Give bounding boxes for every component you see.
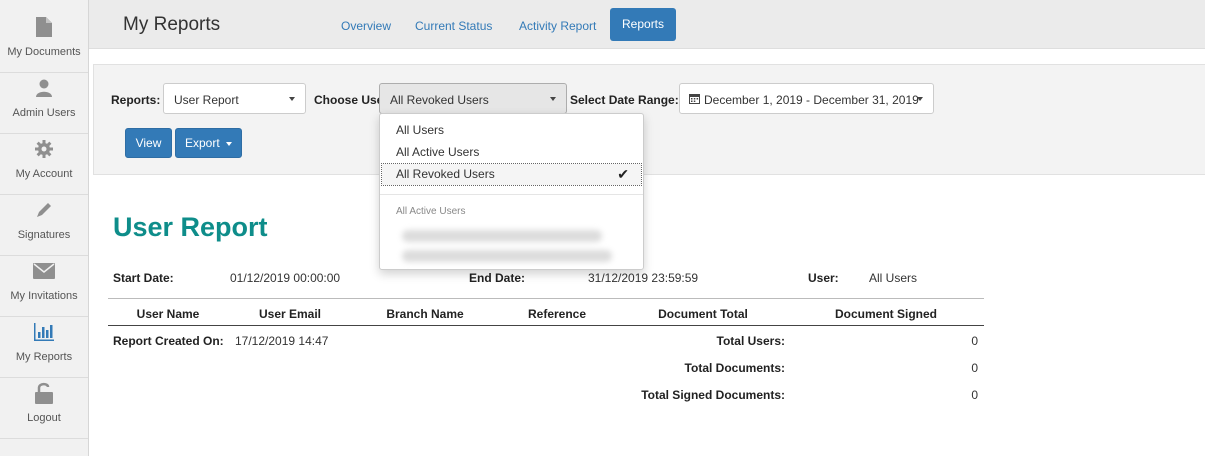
column-header-user-name: User Name (136, 307, 200, 321)
view-button-label: View (135, 136, 162, 150)
caret-down-icon (289, 97, 295, 101)
tab-overview[interactable]: Overview (341, 19, 391, 33)
envelope-icon (0, 260, 88, 282)
user-label: User: (808, 271, 839, 285)
end-date-label: End Date: (469, 271, 526, 285)
sidebar-item-my-invitations[interactable]: My Invitations (0, 256, 88, 317)
dropdown-option-all-revoked-users[interactable]: All Revoked Users ✔ (381, 163, 642, 186)
page-title: My Reports (123, 14, 221, 35)
choose-user-select-value: All Revoked Users (390, 93, 489, 107)
end-date-value: 31/12/2019 23:59:59 (588, 271, 699, 285)
tab-reports[interactable]: Reports (610, 8, 677, 41)
table-top-border (108, 298, 984, 299)
start-date-value: 01/12/2019 00:00:00 (230, 271, 341, 285)
sidebar-item-label: Admin Users (12, 107, 76, 119)
dropdown-option-all-users[interactable]: All Users (380, 120, 643, 141)
report-title: User Report (113, 212, 268, 242)
sidebar: My Documents Admin Users My Account Sign… (0, 0, 89, 456)
gear-icon (0, 138, 88, 160)
total-documents-value: 0 (971, 361, 978, 375)
tab-current-status[interactable]: Current Status (415, 19, 492, 33)
unlock-icon (0, 382, 88, 404)
sidebar-item-label: Signatures (17, 229, 71, 241)
option-label: All Users (396, 123, 445, 137)
total-signed-documents-value: 0 (971, 388, 978, 402)
choose-user-select[interactable]: All Revoked Users (379, 83, 567, 114)
sidebar-item-label: My Reports (15, 351, 73, 363)
date-range-picker[interactable]: December 1, 2019 - December 31, 2019 (679, 83, 934, 114)
sidebar-item-admin-users[interactable]: Admin Users (0, 73, 88, 134)
total-users-label: Total Users: (716, 334, 785, 348)
table-header-border (108, 325, 984, 326)
column-header-document-total: Document Total (658, 307, 748, 321)
choose-user-dropdown: All Users All Active Users All Revoked U… (379, 113, 644, 270)
column-header-reference: Reference (527, 307, 587, 321)
sidebar-item-label: My Documents (7, 46, 81, 58)
redacted-user-entry[interactable] (402, 230, 602, 242)
report-created-label: Report Created On: (113, 334, 224, 348)
caret-down-icon (917, 97, 923, 101)
dropdown-divider (380, 194, 643, 195)
sidebar-item-label: My Account (15, 168, 73, 180)
bar-chart-icon (0, 321, 88, 343)
calendar-icon (689, 93, 700, 107)
sidebar-item-signatures[interactable]: Signatures (0, 195, 88, 256)
start-date-label: Start Date: (113, 271, 174, 285)
column-header-user-email: User Email (258, 307, 322, 321)
sidebar-item-my-documents[interactable]: My Documents (0, 12, 88, 73)
sidebar-item-logout[interactable]: Logout (0, 378, 88, 439)
user-value: All Users (869, 271, 918, 285)
top-header: My Reports Overview Current Status Activ… (89, 0, 1205, 49)
caret-down-icon (550, 97, 556, 101)
sidebar-item-my-account[interactable]: My Account (0, 134, 88, 195)
redacted-user-entry[interactable] (402, 250, 612, 262)
reports-label: Reports: (111, 93, 161, 107)
filter-panel: Reports: User Report Choose User: All Re… (93, 64, 1205, 175)
column-header-document-signed: Document Signed (834, 307, 938, 321)
column-header-branch-name: Branch Name (386, 307, 464, 321)
sidebar-item-my-reports[interactable]: My Reports (0, 317, 88, 378)
total-signed-documents-label: Total Signed Documents: (641, 388, 785, 402)
export-button-label: Export (184, 136, 220, 150)
export-button[interactable]: Export (175, 128, 242, 158)
option-label: All Revoked Users (396, 167, 495, 181)
date-range-label: Select Date Range: (570, 93, 679, 107)
user-icon (0, 77, 88, 99)
document-icon (0, 16, 88, 38)
dropdown-option-all-active-users[interactable]: All Active Users (380, 142, 643, 163)
sidebar-item-label: Logout (27, 412, 61, 424)
total-users-value: 0 (971, 334, 978, 348)
view-button[interactable]: View (125, 128, 172, 158)
checkmark-icon: ✔ (617, 166, 629, 182)
caret-down-icon (226, 141, 233, 146)
dropdown-group-header: All Active Users (396, 206, 466, 217)
total-documents-label: Total Documents: (684, 361, 785, 375)
reports-select-value: User Report (174, 93, 239, 107)
sidebar-item-label: My Invitations (10, 290, 78, 302)
option-label: All Active Users (396, 145, 480, 159)
tab-activity-report[interactable]: Activity Report (519, 19, 596, 33)
reports-select[interactable]: User Report (163, 83, 306, 114)
report-created-value: 17/12/2019 14:47 (235, 334, 329, 348)
pen-icon (0, 199, 88, 221)
date-range-value: December 1, 2019 - December 31, 2019 (704, 93, 919, 107)
